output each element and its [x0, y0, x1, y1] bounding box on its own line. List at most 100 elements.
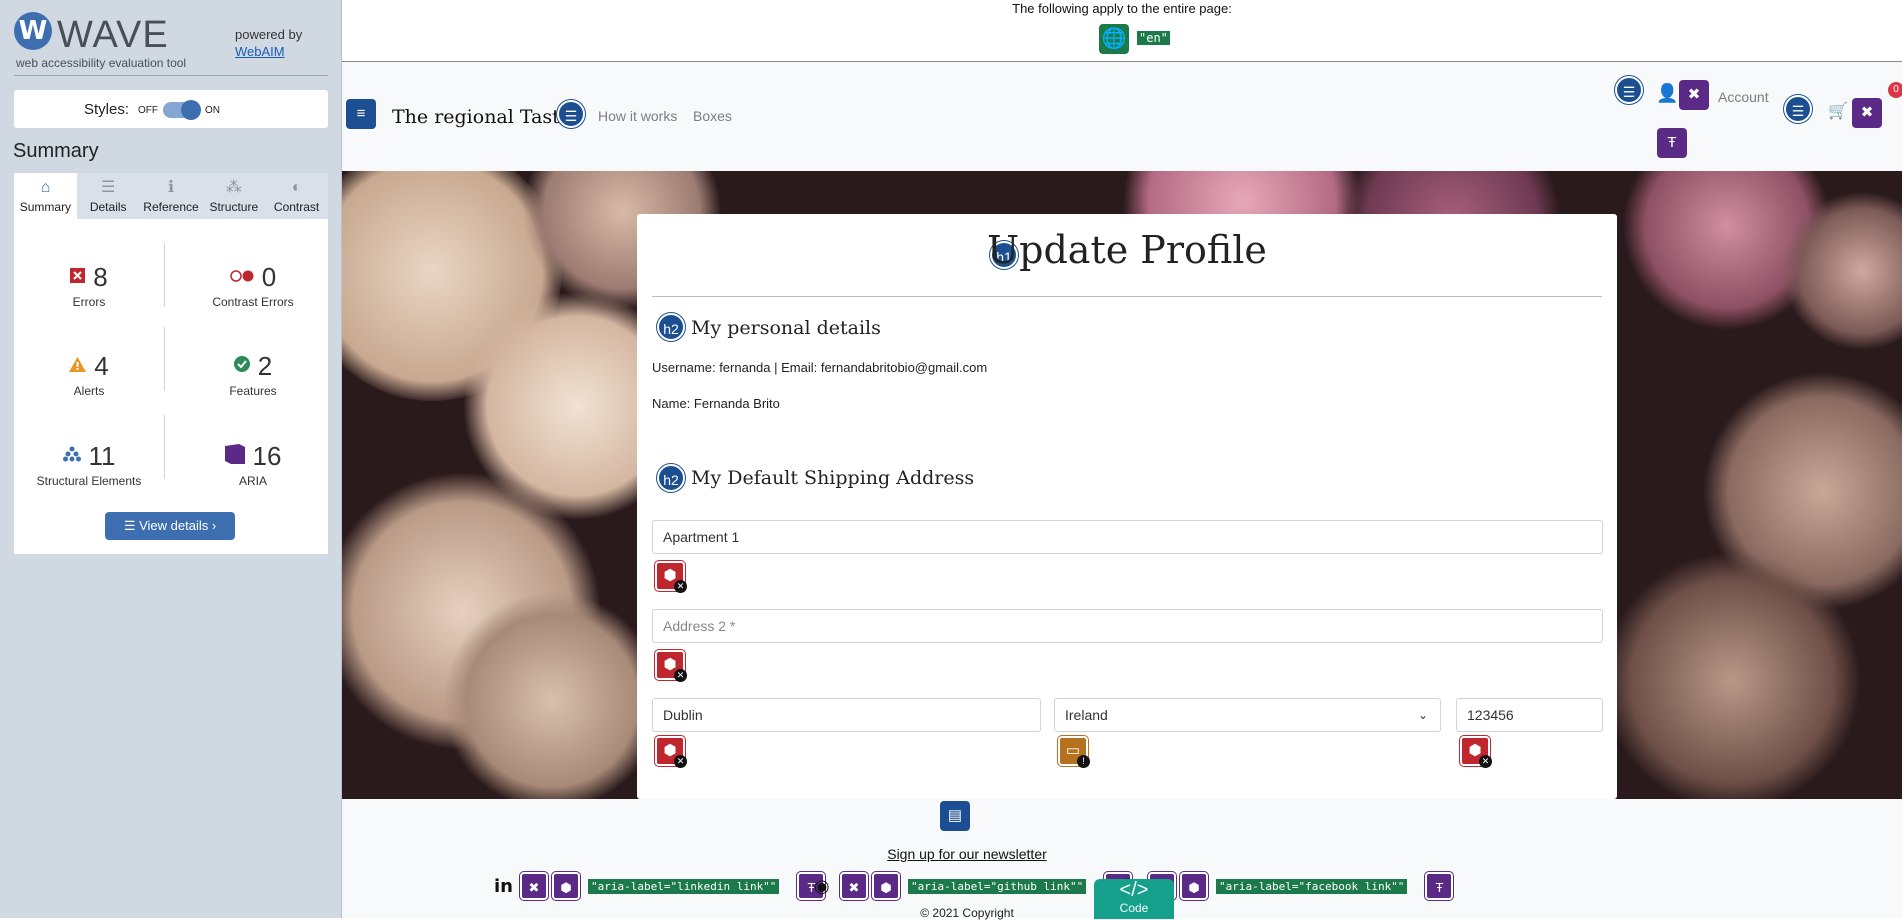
- styles-toggle-knob[interactable]: [181, 100, 201, 120]
- stat-alerts[interactable]: 4 Alerts: [14, 351, 164, 398]
- wave-tagline: web accessibility evaluation tool: [16, 56, 187, 70]
- alert-icon: [69, 356, 87, 377]
- styles-off-label: OFF: [138, 105, 158, 116]
- aria-icon: [224, 444, 245, 469]
- newsletter-link[interactable]: Sign up for our newsletter: [342, 846, 1592, 862]
- aria-label: ARIA: [238, 474, 267, 488]
- divider: [652, 296, 1602, 297]
- linkedin-group: in ✖ ⬢ "aria-label="linkedin link"" Ŧ: [494, 871, 827, 901]
- aria-tag-icon[interactable]: ⬢: [872, 872, 900, 900]
- header-icon[interactable]: ≡: [346, 99, 376, 129]
- globe-icon[interactable]: 🌐: [1099, 24, 1129, 54]
- powered-by: powered by WebAIM: [235, 26, 302, 60]
- wave-logo: W WAVE web accessibility evaluation tool: [14, 12, 244, 72]
- brand-link[interactable]: The regional Taste: [392, 106, 571, 128]
- close-icon: ✕: [674, 755, 687, 768]
- stat-features[interactable]: 2 Features: [178, 351, 328, 398]
- info-icon: ℹ: [167, 179, 175, 196]
- styles-toggle-panel: Styles: OFF ON: [14, 90, 328, 128]
- tab-contrast[interactable]: ◐ Contrast: [265, 173, 328, 219]
- stat-structural[interactable]: 11 Structural Elements: [14, 441, 164, 488]
- list-icon[interactable]: ☰: [1615, 76, 1643, 104]
- missing-label-error-icon[interactable]: ⬢ ✕: [655, 561, 687, 593]
- alerts-count: 4: [94, 351, 109, 381]
- github-aria-label: "aria-label="github link"": [908, 878, 1087, 894]
- aria-error-icon[interactable]: ✖: [1852, 98, 1882, 128]
- summary-panel: 8 Errors 0 Contrast Errors 4 Alerts 2 Fe…: [14, 219, 328, 554]
- stat-contrast-errors[interactable]: 0 Contrast Errors: [178, 262, 328, 309]
- alert-icon: !: [1077, 755, 1090, 768]
- tab-structure[interactable]: ⁂ Structure: [202, 173, 265, 219]
- site-navbar: ≡ The regional Taste ☰ How it works Boxe…: [342, 63, 1902, 171]
- country-select[interactable]: Ireland ⌄: [1054, 698, 1441, 732]
- home-icon: ⌂: [40, 179, 51, 196]
- stat-aria[interactable]: 16 ARIA: [178, 441, 328, 488]
- contrast-icon: ◐: [291, 179, 302, 196]
- cart-icon[interactable]: 🛒: [1828, 101, 1848, 121]
- tab-reference[interactable]: ℹ Reference: [140, 173, 203, 219]
- close-icon: ✕: [1479, 755, 1492, 768]
- aria-error-icon[interactable]: ✖: [520, 872, 548, 900]
- tab-details[interactable]: ☰ Details: [77, 173, 140, 219]
- styles-on-label: ON: [205, 105, 220, 116]
- page-level-text: The following apply to the entire page:: [1012, 1, 1232, 16]
- page-title: Update Profile: [987, 228, 1267, 272]
- missing-label-error-icon[interactable]: ⬢ ✕: [655, 736, 687, 768]
- nav-boxes[interactable]: Boxes: [693, 108, 732, 124]
- aria-error-icon[interactable]: ✖: [840, 872, 868, 900]
- linkedin-aria-label: "aria-label="linkedin link"": [588, 878, 780, 894]
- aria-tag-icon[interactable]: Ŧ: [1657, 128, 1687, 158]
- aria-count: 16: [252, 441, 282, 471]
- alerts-label: Alerts: [73, 384, 105, 398]
- view-details-button[interactable]: ☰ View details ›: [105, 512, 235, 540]
- feature-icon: [233, 356, 250, 377]
- wave-logo-name: WAVE: [57, 14, 169, 56]
- linkedin-icon[interactable]: in: [494, 876, 518, 897]
- list-icon: ☰: [101, 179, 116, 196]
- structural-count: 11: [88, 441, 116, 471]
- code-icon: </>: [1119, 879, 1149, 901]
- h2-icon[interactable]: h2: [657, 464, 685, 492]
- webaim-link[interactable]: WebAIM: [235, 44, 285, 59]
- list-icon[interactable]: ☰: [557, 100, 585, 128]
- lang-tag: "en": [1137, 31, 1170, 45]
- github-icon[interactable]: ◉: [814, 876, 838, 897]
- contrast-errors-label: Contrast Errors: [212, 295, 294, 309]
- aria-tag-icon[interactable]: ⬢: [552, 872, 580, 900]
- aria-tag-icon[interactable]: ⬢: [1180, 872, 1208, 900]
- bokeh-light: [1602, 551, 1862, 799]
- wave-tabs: ⌂ Summary ☰ Details ℹ Reference ⁂ Struct…: [14, 173, 328, 219]
- aria-tag-icon[interactable]: Ŧ: [1425, 872, 1454, 900]
- aria-error-icon[interactable]: ✖: [1679, 80, 1709, 110]
- shipping-heading: My Default Shipping Address: [691, 467, 975, 489]
- list-icon[interactable]: ☰: [1784, 95, 1812, 123]
- username-email-text: Username: fernanda | Email: fernandabrit…: [652, 360, 988, 375]
- h2-icon[interactable]: h2: [657, 313, 685, 341]
- city-field[interactable]: Dublin: [652, 698, 1041, 732]
- postcode-field[interactable]: 123456: [1456, 698, 1603, 732]
- features-label: Features: [229, 384, 277, 398]
- nav-how-it-works[interactable]: How it works: [598, 108, 677, 124]
- address1-field[interactable]: Apartment 1: [652, 520, 1603, 554]
- footer-icon[interactable]: ▤: [940, 801, 970, 831]
- select-alert-icon[interactable]: ▭!: [1058, 736, 1090, 768]
- missing-label-error-icon[interactable]: ⬢ ✕: [1460, 736, 1492, 768]
- errors-count: 8: [93, 262, 108, 292]
- address2-field[interactable]: Address 2 *: [652, 609, 1603, 643]
- page-level-annotations: The following apply to the entire page: …: [342, 0, 1902, 62]
- features-count: 2: [257, 351, 273, 381]
- close-icon: ✕: [674, 669, 687, 682]
- account-link[interactable]: Account: [1718, 89, 1769, 105]
- structural-label: Structural Elements: [36, 474, 142, 488]
- missing-label-error-icon[interactable]: ⬢ ✕: [655, 650, 687, 682]
- tab-summary[interactable]: ⌂ Summary: [14, 173, 77, 219]
- divider: [164, 327, 165, 391]
- country-value: Ireland: [1065, 707, 1108, 723]
- stat-errors[interactable]: 8 Errors: [14, 262, 164, 309]
- styles-label: Styles:: [84, 101, 130, 118]
- wave-sidebar: W WAVE web accessibility evaluation tool…: [0, 0, 342, 918]
- structure-icon: [62, 446, 81, 467]
- github-group: ◉ ✖ ⬢ "aria-label="github link"" Ŧ: [814, 871, 1134, 901]
- code-button[interactable]: </> Code: [1094, 879, 1174, 919]
- user-icon[interactable]: 👤: [1656, 83, 1678, 104]
